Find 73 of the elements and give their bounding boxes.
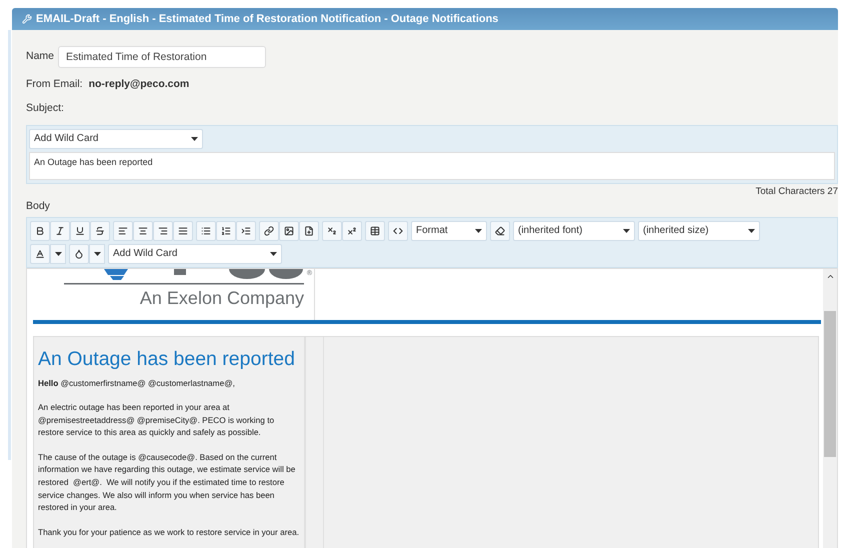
bullet-list-button[interactable] xyxy=(196,220,216,240)
subject-field[interactable]: An Outage has been reported xyxy=(29,152,835,180)
body-paragraph: An electric outage has been reported in your area at @premisestreetaddress@ @premiseCity@. PECO is working to restore service to this area as quickly and safely as possible. xyxy=(38,400,276,439)
source-code-icon xyxy=(393,226,403,236)
source-code-button[interactable] xyxy=(388,220,408,240)
align-center-button[interactable] xyxy=(133,220,153,240)
link-icon xyxy=(264,226,274,236)
text-color-icon xyxy=(35,248,45,258)
name-field[interactable]: Estimated Time of Restoration xyxy=(58,46,266,68)
bullet-list-icon xyxy=(201,226,211,236)
background-color-dropdown[interactable] xyxy=(89,244,105,264)
align-left-icon xyxy=(118,226,128,236)
caret-icon xyxy=(54,252,62,256)
background-color-icon xyxy=(74,248,84,258)
caret-icon xyxy=(270,252,277,256)
bold-button[interactable] xyxy=(30,220,50,240)
scrollbar[interactable] xyxy=(823,268,837,548)
scrollbar-thumb[interactable] xyxy=(824,310,836,456)
text-color-dropdown[interactable] xyxy=(50,244,66,264)
body-paragraph: Thank you for your patience as we work to restore service in your area. xyxy=(38,526,300,538)
clear-format-icon xyxy=(495,226,505,236)
align-right-icon xyxy=(158,226,168,236)
text-color-button[interactable] xyxy=(30,244,50,264)
align-center-icon xyxy=(138,226,148,236)
strikethrough-icon xyxy=(95,226,105,236)
name-label: Name xyxy=(26,49,54,64)
body-label: Body xyxy=(26,198,51,214)
justify-button[interactable] xyxy=(173,220,193,240)
link-button[interactable] xyxy=(259,220,279,240)
insert-file-icon xyxy=(304,226,314,236)
bold-icon xyxy=(35,226,45,236)
caret-icon xyxy=(94,252,100,256)
format-dropdown[interactable]: Format xyxy=(411,220,487,240)
font-dropdown[interactable]: (inherited font) xyxy=(513,220,635,240)
underline-button[interactable] xyxy=(70,220,90,240)
caret-icon xyxy=(191,136,198,140)
indent-button[interactable] xyxy=(236,220,256,240)
character-count: Total Characters 27 xyxy=(756,184,838,198)
from-email-value: no-reply@peco.com xyxy=(88,77,190,92)
clear-format-button[interactable] xyxy=(490,220,510,240)
logo-tagline: An Exelon Company xyxy=(140,286,304,308)
size-dropdown[interactable]: (inherited size) xyxy=(638,220,760,240)
wrench-icon xyxy=(22,14,32,24)
numbered-list-icon xyxy=(221,226,231,236)
greeting-text: Hello @customerfirstname@ @customerlastname@, xyxy=(38,376,236,389)
superscript-icon xyxy=(347,226,357,236)
caret-icon xyxy=(748,228,755,232)
strikethrough-button[interactable] xyxy=(90,220,110,240)
image-icon xyxy=(284,226,294,236)
subscript-icon xyxy=(327,226,337,236)
window-title: EMAIL-Draft - English - Estimated Time of Restoration Notification - Outage Notifications xyxy=(36,12,498,27)
underline-icon xyxy=(75,226,85,236)
caret-icon xyxy=(623,228,630,232)
italic-button[interactable] xyxy=(50,220,70,240)
subject-label: Subject: xyxy=(26,100,65,116)
table-button[interactable] xyxy=(365,220,385,240)
image-button[interactable] xyxy=(279,220,299,240)
indent-icon xyxy=(241,226,251,236)
align-left-button[interactable] xyxy=(113,220,133,240)
from-email-label: From Email: xyxy=(26,77,83,92)
wildcard-dropdown[interactable]: Add Wild Card xyxy=(108,244,282,264)
insert-file-button[interactable] xyxy=(299,220,319,240)
justify-icon xyxy=(178,226,188,236)
caret-icon xyxy=(475,228,482,232)
subscript-button[interactable] xyxy=(322,220,342,240)
wildcard-dropdown[interactable]: Add Wild Card xyxy=(29,128,203,148)
email-heading: An Outage has been reported xyxy=(38,346,296,370)
italic-icon xyxy=(55,226,65,236)
table-icon xyxy=(370,226,380,236)
superscript-button[interactable] xyxy=(342,220,362,240)
numbered-list-button[interactable] xyxy=(216,220,236,240)
body-paragraph: The cause of the outage is @causecode@. Based on the current information we have regarding this outage, we estimate service will be restored @ert@. We will notify you if the estimated time to restore service changes. We also will inform you when service has been restored in your area. xyxy=(38,450,296,514)
align-right-button[interactable] xyxy=(153,220,173,240)
